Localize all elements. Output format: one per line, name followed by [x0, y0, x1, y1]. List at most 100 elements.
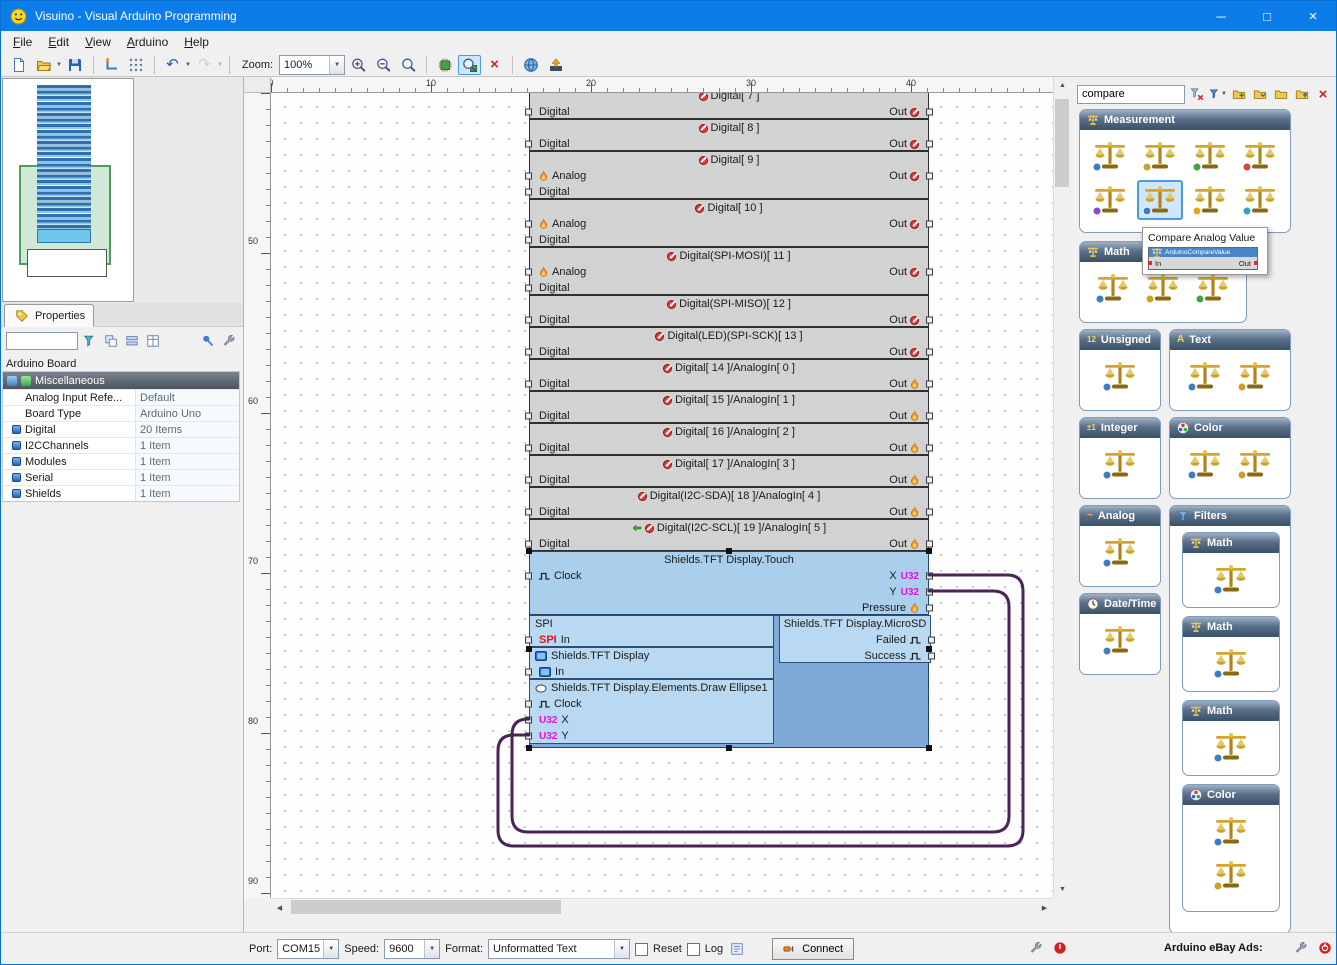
- tab-properties[interactable]: Properties: [4, 304, 95, 327]
- expand-node-icon[interactable]: [9, 441, 23, 450]
- property-value[interactable]: 1 Item: [135, 438, 239, 453]
- selection-handle[interactable]: [926, 745, 932, 751]
- titlebar[interactable]: Visuino - Visual Arduino Programming ─ □…: [1, 1, 1336, 31]
- component-icon[interactable]: [1208, 727, 1254, 767]
- stop-icon[interactable]: [1051, 939, 1069, 957]
- component-icon[interactable]: [1087, 180, 1133, 220]
- collapse-categories-icon[interactable]: [123, 332, 141, 350]
- chevron-down-icon[interactable]: ▼: [217, 62, 223, 68]
- ads-tools-icon[interactable]: [1292, 939, 1310, 957]
- maximize-button[interactable]: □: [1244, 1, 1290, 31]
- minimize-button[interactable]: ─: [1198, 1, 1244, 31]
- save-project-button[interactable]: [64, 55, 87, 75]
- output-pin[interactable]: [926, 508, 933, 516]
- open-web-button[interactable]: [519, 55, 542, 75]
- chevron-down-icon[interactable]: ▼: [424, 940, 440, 958]
- component-icon[interactable]: [1182, 444, 1228, 484]
- selection-handle[interactable]: [526, 548, 532, 554]
- input-pin[interactable]: [525, 284, 532, 292]
- pin-block-digital-16-analogin-2[interactable]: Digital[ 16 ]/AnalogIn[ 2 ] Digital Out: [525, 423, 933, 455]
- display-input-pin[interactable]: [525, 668, 532, 676]
- redo-button[interactable]: ↷: [193, 55, 216, 75]
- delete-selected-button[interactable]: ×: [483, 55, 506, 75]
- port-select[interactable]: COM15 ▼: [277, 939, 340, 959]
- input-pin[interactable]: [525, 188, 532, 196]
- category-header-text[interactable]: A Text: [1170, 330, 1290, 350]
- expand-node-icon[interactable]: [9, 457, 23, 466]
- filter-icon[interactable]: [81, 332, 99, 350]
- property-row-i2cchannels[interactable]: I2CChannels 1 Item: [3, 437, 239, 453]
- open-project-button[interactable]: [32, 55, 55, 75]
- wrench-icon[interactable]: [220, 332, 238, 350]
- chevron-down-icon[interactable]: ▼: [614, 940, 630, 958]
- pin-block-digital-15-analogin-1[interactable]: Digital[ 15 ]/AnalogIn[ 1 ] Digital Out: [525, 391, 933, 423]
- component-icon[interactable]: [1208, 559, 1254, 599]
- ads-power-icon[interactable]: [1316, 939, 1334, 957]
- category-header-unsigned[interactable]: 12 Unsigned: [1080, 330, 1160, 350]
- category-header-filters[interactable]: Filters: [1170, 506, 1290, 526]
- selected-component-group[interactable]: SPI SPI In Shields.TFT Display.MicroSD F…: [525, 615, 935, 748]
- menu-view[interactable]: View: [77, 32, 119, 52]
- pin-icon[interactable]: [199, 332, 217, 350]
- show-grid-button[interactable]: [125, 55, 148, 75]
- input-pin[interactable]: [525, 380, 532, 388]
- expand-node-icon[interactable]: [9, 489, 23, 498]
- output-pin[interactable]: [926, 412, 933, 420]
- property-row-serial[interactable]: Serial 1 Item: [3, 469, 239, 485]
- clear-search-icon[interactable]: [1188, 85, 1206, 103]
- pin-block-digital-8[interactable]: Digital[ 8 ] Digital Out: [525, 119, 933, 151]
- log-checkbox[interactable]: [686, 942, 700, 956]
- input-pin[interactable]: [525, 316, 532, 324]
- menu-edit[interactable]: Edit: [40, 32, 77, 52]
- undo-button[interactable]: ↶: [161, 55, 184, 75]
- reset-checkbox[interactable]: [635, 942, 649, 956]
- component-icon[interactable]: [1237, 180, 1283, 220]
- zoom-in-button[interactable]: [347, 55, 370, 75]
- category-header-date-time[interactable]: Date/Time: [1080, 594, 1160, 614]
- x-output-pin[interactable]: [926, 572, 933, 580]
- pressure-output-pin[interactable]: [926, 604, 933, 612]
- design-canvas[interactable]: Digital[ 7 ] Digital Out Digital[ 8 ] Digita…: [271, 93, 1053, 898]
- component-icon[interactable]: [1087, 136, 1133, 176]
- scroll-up-icon[interactable]: ▲: [1054, 77, 1071, 94]
- new-project-button[interactable]: [7, 55, 30, 75]
- zoom-select[interactable]: 100% ▼: [279, 54, 346, 75]
- output-pin[interactable]: [926, 140, 933, 148]
- output-pin[interactable]: [926, 108, 933, 116]
- input-pin[interactable]: [525, 540, 532, 548]
- component-icon[interactable]: [1237, 136, 1283, 176]
- property-group-header[interactable]: Miscellaneous: [3, 372, 239, 389]
- board-settings-button[interactable]: [433, 55, 456, 75]
- compile-upload-button[interactable]: [544, 55, 567, 75]
- category-header-measurement[interactable]: Measurement: [1080, 110, 1290, 130]
- output-pin[interactable]: [926, 268, 933, 276]
- select-mode-button[interactable]: [458, 54, 482, 75]
- snap-to-grid-button[interactable]: [100, 55, 123, 75]
- component-icon[interactable]: [1187, 136, 1233, 176]
- selection-handle[interactable]: [726, 548, 732, 554]
- clock-input-pin[interactable]: [525, 572, 532, 580]
- output-pin[interactable]: [926, 540, 933, 548]
- folder-new-icon[interactable]: [1230, 85, 1248, 103]
- category-header-color[interactable]: Color: [1183, 785, 1279, 805]
- y-output-pin[interactable]: [926, 588, 933, 596]
- pin-block-digital-spi-mosi-11[interactable]: Digital(SPI-MOSI)[ 11 ] Analog Digital Out: [525, 247, 933, 295]
- ellipse-clock-pin[interactable]: [525, 700, 532, 708]
- input-pin[interactable]: [525, 108, 532, 116]
- component-icon[interactable]: [1097, 620, 1143, 660]
- folder-up-icon[interactable]: [1293, 85, 1311, 103]
- format-select[interactable]: Unformatted Text ▼: [488, 939, 631, 959]
- component-tft-display-microsd[interactable]: Shields.TFT Display.MicroSD Failed Succe…: [779, 615, 935, 663]
- board-preview[interactable]: [1, 77, 243, 303]
- scroll-down-icon[interactable]: ▼: [1054, 881, 1071, 898]
- pin-block-digital-i2c-sda-18-analogin-4[interactable]: Digital(I2C-SDA)[ 18 ]/AnalogIn[ 4 ] Digi…: [525, 487, 933, 519]
- output-pin[interactable]: [926, 380, 933, 388]
- property-value[interactable]: 1 Item: [135, 454, 239, 469]
- component-spi[interactable]: SPI SPI In: [525, 615, 774, 647]
- menu-help[interactable]: Help: [176, 32, 217, 52]
- input-pin[interactable]: [525, 220, 532, 228]
- component-icon[interactable]: [1090, 268, 1136, 308]
- expand-categories-icon[interactable]: [102, 332, 120, 350]
- filter-menu-icon[interactable]: ▼: [1209, 85, 1227, 103]
- component-search-input[interactable]: [1077, 84, 1185, 104]
